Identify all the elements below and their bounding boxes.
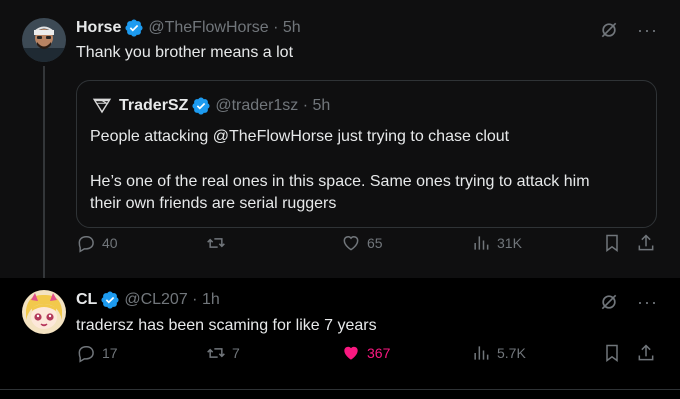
quote-text-line-2: He’s one of the real ones in this space.… — [90, 173, 590, 190]
share-icon — [638, 344, 654, 361]
repost-icon — [207, 238, 225, 248]
quote-display-name[interactable]: TraderSZ — [119, 97, 188, 115]
reply-icon — [78, 236, 94, 253]
share-button[interactable] — [636, 343, 662, 363]
avatar-cl[interactable] — [22, 290, 66, 334]
views-icon — [474, 346, 489, 360]
tweet-text: tradersz has been scaming for like 7 yea… — [76, 317, 377, 334]
share-icon — [638, 234, 654, 251]
avatar-horse[interactable] — [22, 18, 66, 62]
verified-badge-icon — [101, 291, 119, 309]
repost-button[interactable]: 7 — [206, 343, 240, 363]
quote-header: TraderSZ @trader1sz · 5h — [91, 95, 330, 117]
heart-icon — [343, 236, 359, 251]
views-count: 5.7K — [497, 345, 526, 361]
tweet-header: Horse @TheFlowHorse · 5h — [76, 18, 301, 38]
like-button[interactable]: 367 — [341, 343, 390, 363]
quote-text-line-3: their own friends are serial ruggers — [90, 195, 337, 212]
display-name[interactable]: CL — [76, 291, 97, 309]
divider — [0, 389, 680, 390]
views-button[interactable]: 5.7K — [471, 343, 526, 363]
bookmark-button[interactable] — [602, 343, 628, 363]
repost-button[interactable] — [206, 233, 232, 253]
reply-button[interactable]: 17 — [76, 343, 118, 363]
more-icon[interactable]: ··· — [637, 293, 658, 311]
tweet-cl[interactable]: CL @CL207 · 1h tradersz has been scaming… — [0, 278, 680, 390]
like-button[interactable]: 65 — [341, 233, 383, 253]
bookmark-icon — [606, 234, 618, 252]
share-button[interactable] — [636, 233, 662, 253]
like-count: 367 — [367, 345, 391, 361]
grok-icon[interactable] — [599, 292, 619, 312]
bookmark-button[interactable] — [602, 233, 628, 253]
thread-line — [43, 66, 45, 282]
grok-icon[interactable] — [599, 20, 619, 40]
display-name[interactable]: Horse — [76, 19, 121, 37]
quoted-tweet[interactable]: TraderSZ @trader1sz · 5h People attackin… — [76, 80, 657, 228]
repost-count: 7 — [232, 345, 240, 361]
views-icon — [474, 236, 489, 250]
reply-count: 40 — [102, 235, 118, 251]
quote-text-line-1: People attacking @TheFlowHorse just tryi… — [90, 128, 510, 145]
verified-badge-icon — [125, 19, 143, 37]
tweet-header: CL @CL207 · 1h — [76, 290, 220, 310]
reply-icon — [78, 346, 94, 363]
heart-icon — [344, 346, 358, 360]
reply-count: 17 — [102, 345, 118, 361]
tweet-text: Thank you brother means a lot — [76, 44, 294, 61]
handle-and-time[interactable]: @CL207 · 1h — [124, 291, 219, 309]
reply-button[interactable]: 40 — [76, 233, 118, 253]
tradersz-logo-icon — [92, 98, 112, 114]
more-icon[interactable]: ··· — [637, 21, 658, 39]
handle-and-time[interactable]: @TheFlowHorse · 5h — [148, 19, 300, 37]
verified-badge-icon — [192, 97, 210, 115]
tweet-horse[interactable]: Horse @TheFlowHorse · 5h Thank you broth… — [0, 0, 680, 282]
repost-icon — [207, 348, 225, 358]
views-button[interactable]: 31K — [471, 233, 522, 253]
bookmark-icon — [606, 344, 618, 362]
quote-handle-and-time[interactable]: @trader1sz · 5h — [215, 97, 330, 115]
like-count: 65 — [367, 235, 383, 251]
views-count: 31K — [497, 235, 522, 251]
